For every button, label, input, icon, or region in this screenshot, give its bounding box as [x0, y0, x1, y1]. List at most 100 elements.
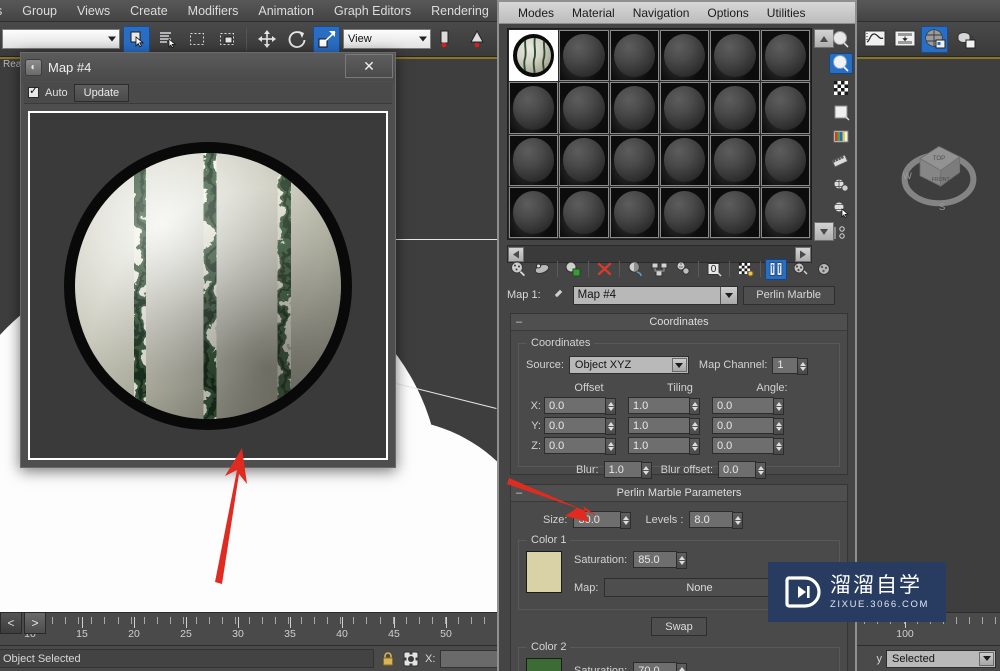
map-preview-area[interactable]: [28, 111, 388, 460]
color1-saturation-spinner[interactable]: 85.0: [633, 551, 688, 569]
options-button[interactable]: [829, 174, 853, 195]
me-menu-navigation[interactable]: Navigation: [624, 4, 699, 22]
select-and-rotate-button[interactable]: [283, 26, 310, 53]
material-slot-1[interactable]: [559, 30, 609, 82]
curve-editor-button[interactable]: [861, 26, 888, 53]
spinner-arrows[interactable]: [773, 398, 784, 415]
material-slot-3[interactable]: [659, 30, 710, 82]
spinner-arrows[interactable]: [605, 398, 616, 415]
material-slot-10[interactable]: [710, 82, 760, 134]
tiling-spinner-2[interactable]: 1.0: [628, 437, 700, 455]
sample-uv-tiling-button[interactable]: [829, 102, 853, 123]
rectangular-selection-button[interactable]: [183, 26, 210, 53]
coordinate-system-combo[interactable]: [2, 29, 120, 49]
angle-spinner-2[interactable]: 0.0: [712, 437, 784, 455]
background-checker-button[interactable]: [829, 77, 853, 98]
spinner-arrows[interactable]: [676, 552, 688, 569]
material-slot-9[interactable]: [659, 82, 710, 134]
spinner-arrows[interactable]: [676, 663, 688, 671]
make-preview-button[interactable]: [829, 150, 853, 171]
spinner-arrows[interactable]: [605, 438, 616, 455]
map-dialog-titlebar[interactable]: ◐ Map #4 ✕: [21, 53, 395, 81]
close-icon[interactable]: ✕: [345, 54, 393, 78]
lock-icon[interactable]: [379, 650, 397, 668]
select-object-button[interactable]: [123, 25, 150, 53]
spinner-arrows[interactable]: [797, 357, 809, 375]
make-unique-button[interactable]: [648, 259, 670, 280]
select-and-move-button[interactable]: [253, 26, 280, 53]
spinner-arrows[interactable]: [620, 512, 632, 529]
material-slot-4[interactable]: [710, 30, 760, 82]
spinner-arrows[interactable]: [689, 418, 700, 435]
ruler-next-button[interactable]: >: [24, 612, 46, 634]
levels-spinner[interactable]: 8.0: [689, 511, 744, 529]
material-slot-13[interactable]: [559, 134, 609, 186]
material-slot-12[interactable]: [509, 134, 559, 186]
color1-map-button[interactable]: None: [604, 578, 795, 597]
map-channel-spinner[interactable]: 1: [772, 356, 809, 375]
select-by-material-button[interactable]: [829, 199, 853, 220]
offset-spinner-1[interactable]: 0.0: [544, 417, 616, 435]
show-end-result-button[interactable]: [765, 258, 787, 280]
source-select[interactable]: Object XYZ: [568, 356, 689, 374]
material-slot-14[interactable]: [609, 134, 659, 186]
menu-item-animation[interactable]: Animation: [248, 2, 324, 20]
auto-checkbox[interactable]: [28, 84, 39, 98]
chevron-down-icon[interactable]: [979, 651, 994, 666]
material-slot-23[interactable]: [760, 186, 810, 238]
menu-item-modifiers[interactable]: Modifiers: [178, 2, 249, 20]
video-color-check-button[interactable]: [829, 126, 853, 147]
blur-spinner[interactable]: 1.0: [603, 461, 652, 479]
spinner-arrows[interactable]: [689, 398, 700, 415]
menu-item-0[interactable]: s: [0, 2, 12, 20]
menu-item-group[interactable]: Group: [12, 2, 67, 20]
material-sample-slots[interactable]: [507, 28, 812, 240]
use-selection-center-button[interactable]: [464, 26, 491, 53]
color2-saturation-spinner[interactable]: 70.0: [633, 662, 688, 671]
material-slot-6[interactable]: [509, 82, 559, 134]
material-slot-15[interactable]: [659, 134, 710, 186]
update-button[interactable]: Update: [73, 83, 130, 102]
make-material-copy-button[interactable]: [624, 259, 646, 280]
swap-button[interactable]: Swap: [651, 617, 707, 636]
spinner-arrows[interactable]: [605, 418, 616, 435]
get-material-button[interactable]: [507, 259, 529, 280]
material-slot-21[interactable]: [659, 186, 710, 238]
go-to-parent-button[interactable]: [789, 259, 811, 280]
eyedropper-icon[interactable]: [546, 287, 568, 303]
tiling-spinner-0[interactable]: 1.0: [628, 397, 700, 415]
me-menu-material[interactable]: Material: [563, 4, 624, 22]
menu-item-create[interactable]: Create: [120, 2, 178, 20]
go-forward-to-sibling-button[interactable]: [813, 259, 835, 280]
offset-spinner-2[interactable]: 0.0: [544, 437, 616, 455]
coordinates-rollout-header[interactable]: – Coordinates: [511, 314, 847, 331]
material-slot-0[interactable]: [509, 30, 559, 82]
material-slot-8[interactable]: [609, 82, 659, 134]
material-slot-19[interactable]: [559, 186, 609, 238]
map-type-button[interactable]: Perlin Marble: [742, 285, 835, 305]
schematic-view-button[interactable]: [891, 26, 918, 53]
selection-filter-combo[interactable]: Selected: [886, 649, 996, 668]
material-slot-16[interactable]: [710, 134, 760, 186]
use-pivot-point-button[interactable]: [434, 26, 461, 53]
absolute-relative-icon[interactable]: [402, 650, 420, 668]
put-material-to-scene-button[interactable]: [531, 259, 553, 280]
offset-spinner-0[interactable]: 0.0: [544, 397, 616, 415]
menu-item-graph-editors[interactable]: Graph Editors: [324, 2, 421, 20]
material-slot-11[interactable]: [760, 82, 810, 134]
render-setup-button[interactable]: [951, 26, 978, 53]
spinner-arrows[interactable]: [640, 462, 652, 479]
map-name-field[interactable]: Map #4: [572, 285, 738, 305]
material-slot-7[interactable]: [559, 82, 609, 134]
material-slot-20[interactable]: [609, 186, 659, 238]
reference-coordinate-combo[interactable]: View: [343, 29, 431, 49]
show-map-in-viewport-button[interactable]: [734, 259, 756, 280]
material-slot-22[interactable]: [710, 186, 760, 238]
select-by-name-button[interactable]: [153, 26, 180, 53]
size-spinner[interactable]: 30.0: [573, 511, 632, 529]
material-slot-2[interactable]: [609, 30, 659, 82]
chevron-down-icon[interactable]: [719, 286, 737, 304]
spinner-arrows[interactable]: [755, 462, 767, 479]
menu-item-rendering[interactable]: Rendering: [421, 2, 499, 20]
select-and-scale-button[interactable]: [313, 25, 340, 53]
